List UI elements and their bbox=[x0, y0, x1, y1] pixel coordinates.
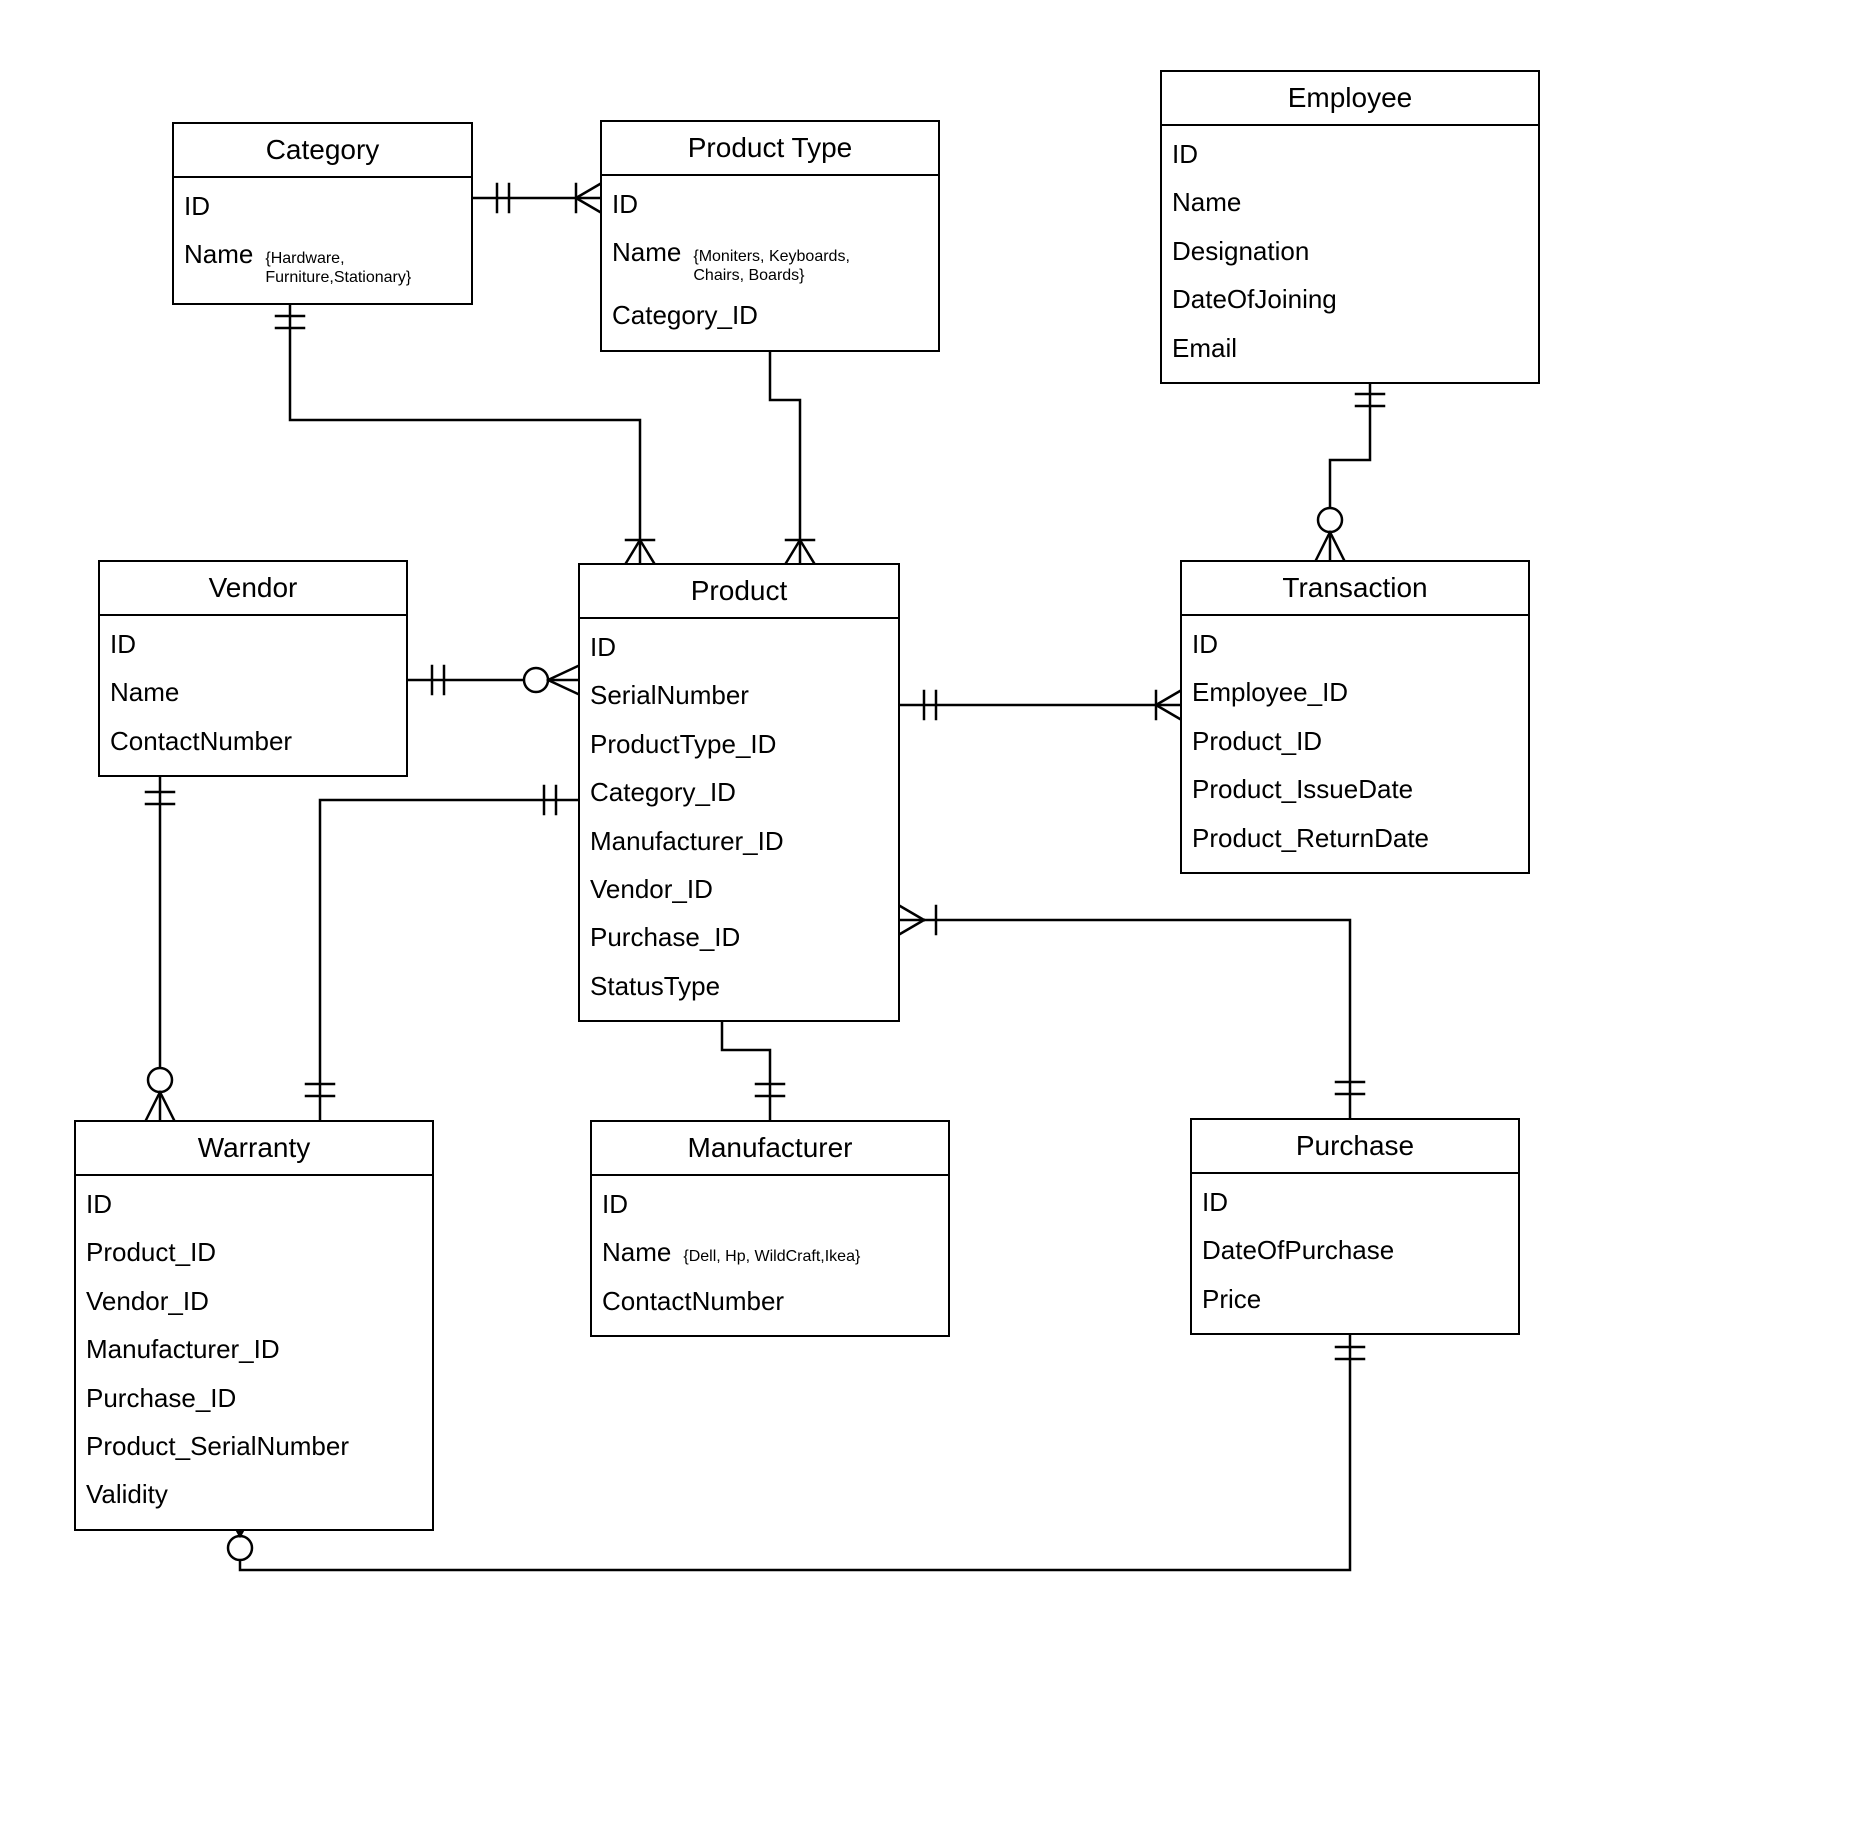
entity-title: Purchase bbox=[1192, 1120, 1518, 1174]
rel-employee-transaction bbox=[1316, 370, 1384, 560]
entity-attrs: ID Name ContactNumber bbox=[100, 616, 406, 775]
entity-transaction: Transaction ID Employee_ID Product_ID Pr… bbox=[1180, 560, 1530, 874]
attr: Manufacturer_ID bbox=[86, 1331, 280, 1367]
attr: Name bbox=[602, 1234, 671, 1270]
attr: ProductType_ID bbox=[590, 726, 776, 762]
attr: Designation bbox=[1172, 233, 1309, 269]
attr: ID bbox=[602, 1186, 628, 1222]
entity-employee: Employee ID Name Designation DateOfJoini… bbox=[1160, 70, 1540, 384]
attr: ID bbox=[1202, 1184, 1228, 1220]
attr: ID bbox=[1192, 626, 1218, 662]
attr: Vendor_ID bbox=[86, 1283, 209, 1319]
entity-attrs: ID Employee_ID Product_ID Product_IssueD… bbox=[1182, 616, 1528, 872]
er-diagram: Category ID Name {Hardware, Furniture,St… bbox=[0, 0, 1852, 1832]
rel-vendor-warranty bbox=[146, 768, 174, 1120]
attr: ID bbox=[612, 186, 638, 222]
entity-attrs: ID Name Designation DateOfJoining Email bbox=[1162, 126, 1538, 382]
entity-product: Product ID SerialNumber ProductType_ID C… bbox=[578, 563, 900, 1022]
entity-title: Transaction bbox=[1182, 562, 1528, 616]
attr: ID bbox=[110, 626, 136, 662]
rel-product-purchase bbox=[900, 906, 1364, 1118]
attr-note: {Dell, Hp, WildCraft,Ikea} bbox=[683, 1248, 860, 1266]
attr: SerialNumber bbox=[590, 677, 749, 713]
entity-title: Category bbox=[174, 124, 471, 178]
attr: Purchase_ID bbox=[590, 919, 740, 955]
attr: DateOfPurchase bbox=[1202, 1232, 1394, 1268]
entity-title: Product bbox=[580, 565, 898, 619]
entity-title: Warranty bbox=[76, 1122, 432, 1176]
attr: Purchase_ID bbox=[86, 1380, 236, 1416]
rel-category-producttype bbox=[473, 184, 600, 212]
attr: DateOfJoining bbox=[1172, 281, 1337, 317]
entity-title: Product Type bbox=[602, 122, 938, 176]
attr: Category_ID bbox=[612, 297, 758, 333]
attr: ContactNumber bbox=[602, 1283, 784, 1319]
entity-title: Manufacturer bbox=[592, 1122, 948, 1176]
entity-category: Category ID Name {Hardware, Furniture,St… bbox=[172, 122, 473, 305]
attr: Vendor_ID bbox=[590, 871, 713, 907]
attr-note: {Hardware, Furniture,Stationary} bbox=[265, 250, 411, 287]
attr: Name bbox=[184, 236, 253, 272]
entity-attrs: ID DateOfPurchase Price bbox=[1192, 1174, 1518, 1333]
attr: ID bbox=[86, 1186, 112, 1222]
entity-product-type: Product Type ID Name {Moniters, Keyboard… bbox=[600, 120, 940, 352]
entity-title: Employee bbox=[1162, 72, 1538, 126]
attr: Name bbox=[612, 234, 681, 270]
attr: Category_ID bbox=[590, 774, 736, 810]
attr: Name bbox=[110, 674, 179, 710]
attr: Product_ID bbox=[1192, 723, 1322, 759]
rel-product-transaction bbox=[900, 691, 1180, 719]
attr: Email bbox=[1172, 330, 1237, 366]
attr: ID bbox=[1172, 136, 1198, 172]
attr-note: {Moniters, Keyboards, Chairs, Boards} bbox=[693, 248, 850, 285]
entity-vendor: Vendor ID Name ContactNumber bbox=[98, 560, 408, 777]
entity-attrs: ID Product_ID Vendor_ID Manufacturer_ID … bbox=[76, 1176, 432, 1529]
attr: Product_ID bbox=[86, 1234, 216, 1270]
attr: ID bbox=[184, 188, 210, 224]
attr: Product_ReturnDate bbox=[1192, 820, 1429, 856]
attr: Validity bbox=[86, 1476, 168, 1512]
entity-attrs: ID Name {Dell, Hp, WildCraft,Ikea} Conta… bbox=[592, 1176, 948, 1335]
attr: Product_SerialNumber bbox=[86, 1428, 349, 1464]
entity-manufacturer: Manufacturer ID Name {Dell, Hp, WildCraf… bbox=[590, 1120, 950, 1337]
attr: Manufacturer_ID bbox=[590, 823, 784, 859]
entity-attrs: ID Name {Hardware, Furniture,Stationary} bbox=[174, 178, 471, 303]
rel-category-product bbox=[276, 292, 654, 563]
entity-title: Vendor bbox=[100, 562, 406, 616]
attr: ID bbox=[590, 629, 616, 665]
attr: Employee_ID bbox=[1192, 674, 1348, 710]
attr: Product_IssueDate bbox=[1192, 771, 1413, 807]
entity-warranty: Warranty ID Product_ID Vendor_ID Manufac… bbox=[74, 1120, 434, 1531]
attr: StatusType bbox=[590, 968, 720, 1004]
entity-attrs: ID SerialNumber ProductType_ID Category_… bbox=[580, 619, 898, 1020]
attr: Name bbox=[1172, 184, 1241, 220]
attr: Price bbox=[1202, 1281, 1261, 1317]
entity-purchase: Purchase ID DateOfPurchase Price bbox=[1190, 1118, 1520, 1335]
entity-attrs: ID Name {Moniters, Keyboards, Chairs, Bo… bbox=[602, 176, 938, 350]
attr: ContactNumber bbox=[110, 723, 292, 759]
rel-vendor-product bbox=[408, 666, 578, 694]
rel-product-warranty bbox=[306, 786, 578, 1120]
